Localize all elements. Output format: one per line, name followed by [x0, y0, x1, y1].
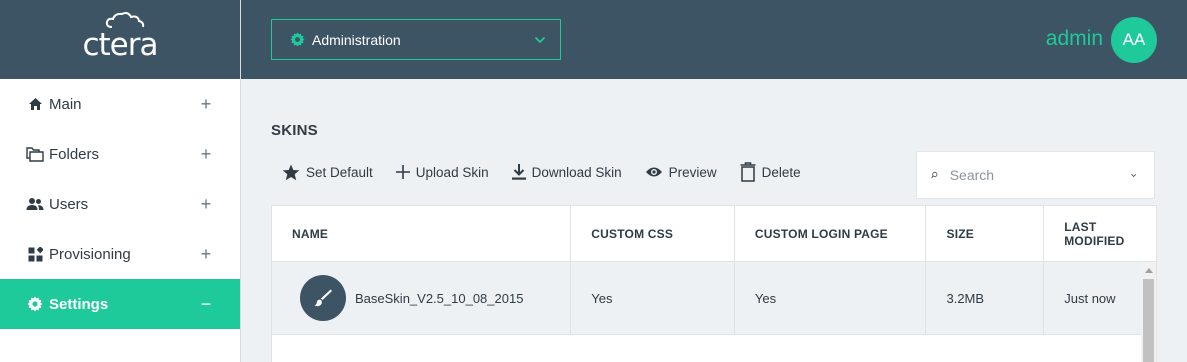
top-bar: Administration admin AA	[241, 0, 1187, 79]
column-header-size[interactable]: SIZE	[926, 206, 1045, 261]
star-icon	[282, 164, 300, 180]
column-header-custom-login-page[interactable]: CUSTOM LOGIN PAGE	[735, 206, 927, 261]
preview-label: Preview	[668, 164, 717, 180]
expand-icon[interactable]: +	[198, 194, 214, 215]
logo-area: ctera	[0, 0, 240, 79]
expand-icon[interactable]: +	[198, 94, 214, 115]
scrollbar-thumb[interactable]	[1143, 279, 1154, 362]
home-icon	[26, 95, 44, 113]
delete-label: Delete	[761, 164, 801, 180]
collapse-icon[interactable]: −	[198, 294, 214, 315]
gear-icon	[26, 295, 44, 313]
set-default-label: Set Default	[306, 164, 373, 180]
context-label: Administration	[312, 31, 401, 48]
set-default-button[interactable]: Set Default	[282, 164, 373, 181]
upload-skin-button[interactable]: Upload Skin	[395, 164, 489, 180]
paintbrush-icon	[300, 275, 346, 321]
table-row[interactable]: BaseSkin_V2.5_10_08_2015 Yes Yes 3.2MB J…	[272, 262, 1156, 335]
sidebar-item-label: Settings	[49, 295, 109, 313]
cell-custom-login-page: Yes	[735, 262, 927, 334]
sidebar-item-settings[interactable]: Settings −	[0, 279, 240, 329]
expand-icon[interactable]: +	[198, 244, 214, 265]
eye-icon	[645, 167, 662, 177]
cell-size: 3.2MB	[926, 262, 1045, 334]
username[interactable]: admin	[1046, 27, 1103, 51]
search-input[interactable]	[949, 167, 1131, 183]
download-icon	[511, 164, 526, 180]
column-header-last-modified[interactable]: LAST MODIFIED	[1044, 206, 1156, 261]
gear-icon	[290, 32, 305, 47]
chevron-down-icon[interactable]	[1130, 172, 1136, 179]
folders-icon	[26, 145, 44, 163]
download-skin-label: Download Skin	[531, 164, 622, 180]
cloud-icon	[106, 11, 145, 28]
download-skin-button[interactable]: Download Skin	[511, 164, 622, 180]
sidebar-item-users[interactable]: Users +	[0, 179, 240, 229]
search-icon	[931, 172, 938, 179]
sidebar-item-provisioning[interactable]: Provisioning +	[0, 229, 240, 279]
avatar[interactable]: AA	[1111, 17, 1157, 63]
cell-name: BaseSkin_V2.5_10_08_2015	[272, 262, 572, 334]
context-dropdown[interactable]: Administration	[271, 19, 561, 60]
scroll-up-arrow[interactable]	[1141, 262, 1156, 279]
delete-button[interactable]: Delete	[740, 162, 801, 182]
sidebar-item-label: Folders	[49, 145, 100, 163]
users-icon	[26, 195, 44, 213]
skins-table: NAME CUSTOM CSS CUSTOM LOGIN PAGE SIZE L…	[271, 205, 1157, 362]
column-header-custom-css[interactable]: CUSTOM CSS	[571, 206, 735, 261]
cell-last-modified: Just now	[1064, 290, 1116, 306]
sidebar-item-folders[interactable]: Folders +	[0, 129, 240, 179]
upload-skin-label: Upload Skin	[415, 164, 489, 180]
provisioning-icon	[26, 245, 44, 263]
sidebar-item-label: Main	[49, 95, 82, 113]
column-header-name[interactable]: NAME	[272, 206, 572, 261]
vertical-scrollbar[interactable]	[1141, 262, 1156, 362]
sidebar-item-label: Users	[49, 195, 89, 213]
sidebar: ctera Main + Folders + Users + Provision…	[0, 0, 241, 362]
skin-name: BaseSkin_V2.5_10_08_2015	[355, 290, 524, 306]
search-box	[916, 151, 1155, 199]
sidebar-item-main[interactable]: Main +	[0, 79, 240, 129]
trash-icon	[740, 162, 756, 182]
table-header: NAME CUSTOM CSS CUSTOM LOGIN PAGE SIZE L…	[272, 206, 1156, 262]
chevron-down-icon	[534, 36, 546, 44]
logo-text: ctera	[82, 26, 158, 63]
sidebar-item-label: Provisioning	[49, 245, 131, 263]
toolbar: Set Default Upload Skin Download Skin Pr…	[282, 162, 824, 182]
preview-button[interactable]: Preview	[645, 165, 717, 180]
plus-icon	[395, 165, 410, 179]
main-content: SKINS Set Default Upload Skin Download S…	[241, 79, 1187, 362]
expand-icon[interactable]: +	[198, 144, 214, 165]
cell-custom-css: Yes	[571, 262, 735, 334]
page-title: SKINS	[271, 122, 318, 139]
ctera-logo[interactable]: ctera	[82, 11, 159, 63]
